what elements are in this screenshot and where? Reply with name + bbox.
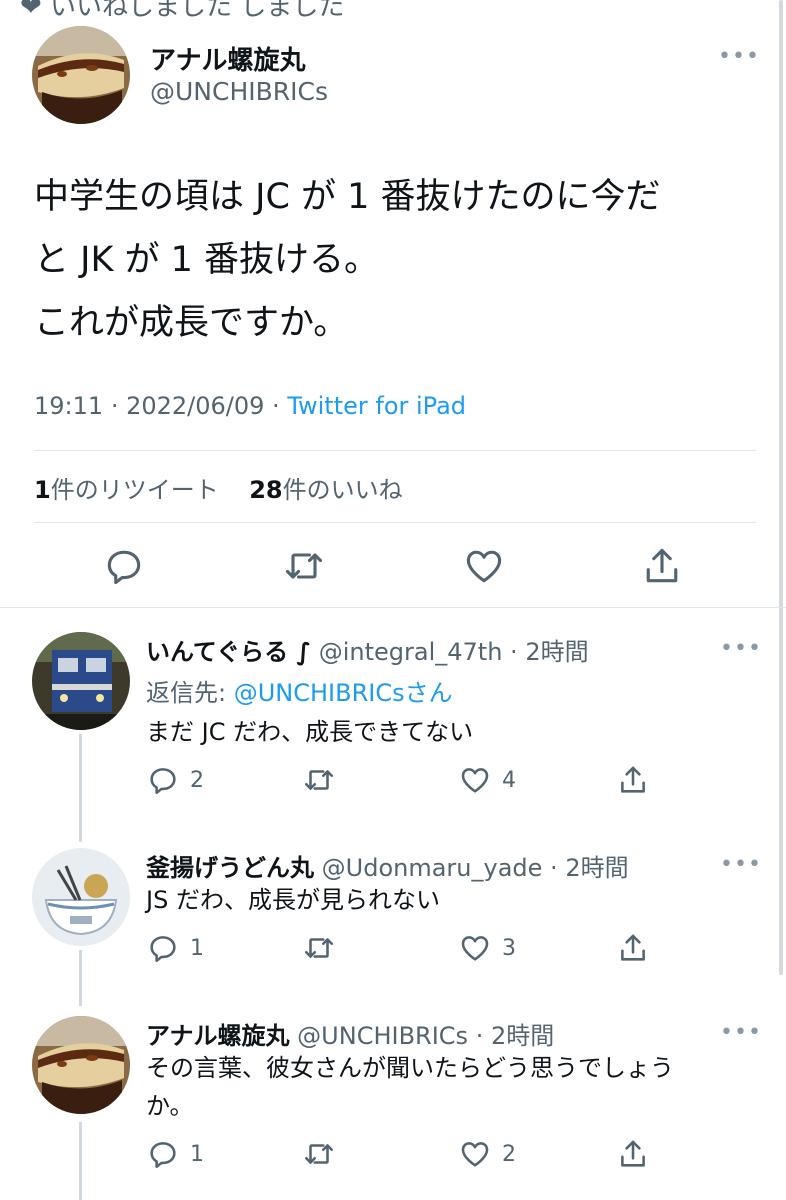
share-icon: [621, 934, 645, 961]
like-icon: [461, 936, 489, 961]
separator: ·: [110, 392, 127, 420]
avatar[interactable]: [32, 26, 130, 124]
tweet-text-line: 中学生の頃は JC が 1 番抜けたのに今だ: [34, 177, 661, 217]
like-count: 28: [249, 476, 283, 504]
separator: ·: [502, 638, 526, 666]
share-button[interactable]: [640, 544, 684, 588]
thread-line: [79, 1122, 82, 1200]
reply-icon: [150, 936, 176, 963]
reply-count: 1: [190, 935, 204, 961]
previous-context-cut: ❤ いいねしました しました: [20, 0, 345, 22]
divider: [0, 607, 786, 608]
share-icon: [621, 766, 645, 793]
reply-icon: [107, 550, 141, 585]
avatar[interactable]: [32, 1016, 130, 1114]
avatar[interactable]: [32, 632, 130, 730]
reply-text-line: まだ JC だわ、成長できてない: [146, 718, 474, 746]
reply-icon: [150, 768, 176, 795]
tweet-time: 19:11: [34, 392, 104, 420]
reply-text-line: か。: [146, 1092, 194, 1120]
tweet-meta: 19:11 · 2022/06/09 · Twitter for iPad: [34, 392, 466, 420]
author-handle[interactable]: @UNCHIBRICs: [150, 77, 328, 106]
reply-time[interactable]: 2時間: [525, 638, 588, 666]
reply-count: 1: [190, 1141, 204, 1167]
reply-author-name[interactable]: 釜揚げうどん丸: [146, 854, 314, 882]
reply-button[interactable]: 2: [146, 763, 204, 799]
retweets-stat[interactable]: 1件のリツイート: [34, 476, 219, 504]
like-count: 3: [502, 935, 516, 961]
like-button[interactable]: 3: [458, 931, 516, 967]
reply-header: いんてぐらる ∫ @integral_47th · 2時間: [146, 632, 589, 667]
tweet-source-link[interactable]: Twitter for iPad: [287, 392, 466, 420]
tweet-text: 中学生の頃は JC が 1 番抜けたのに今だ と JK が 1 番抜ける。 これ…: [34, 166, 754, 355]
retweet-button[interactable]: [282, 544, 326, 588]
thread-line: [79, 734, 82, 842]
more-icon[interactable]: •••: [720, 636, 762, 661]
reply-text-line: JS だわ、成長が見られない: [146, 886, 440, 914]
reply-author-handle[interactable]: @Udonmaru_yade: [322, 854, 543, 882]
reply-header: アナル螺旋丸 @UNCHIBRICs · 2時間: [146, 1016, 554, 1051]
reply-button[interactable]: 1: [146, 931, 204, 967]
scrollbar[interactable]: [779, 0, 783, 975]
reply-author-handle[interactable]: @integral_47th: [319, 638, 503, 666]
likes-stat[interactable]: 28件のいいね: [249, 476, 402, 504]
retweet-icon: [304, 938, 334, 958]
tweet-date: 2022/06/09: [126, 392, 265, 420]
reply-count: 2: [190, 767, 204, 793]
like-count: 4: [502, 767, 516, 793]
like-count: 2: [502, 1141, 516, 1167]
more-icon[interactable]: •••: [718, 44, 760, 69]
retweet-icon: [285, 553, 323, 579]
replying-to: 返信先: @UNCHIBRICsさん: [146, 673, 453, 708]
avatar[interactable]: [32, 848, 130, 946]
reply-author-name[interactable]: アナル螺旋丸: [146, 1022, 290, 1050]
replying-to-label: 返信先:: [146, 679, 227, 707]
reply-text: JS だわ、成長が見られない: [146, 881, 440, 919]
retweet-button[interactable]: [302, 763, 336, 799]
like-label: 件のいいね: [282, 476, 403, 504]
reply-text: まだ JC だわ、成長できてない: [146, 713, 473, 751]
retweet-count: 1: [34, 476, 51, 504]
like-icon: [466, 550, 502, 583]
retweet-icon: [304, 1144, 334, 1164]
retweet-button[interactable]: [302, 1137, 336, 1173]
reply-button[interactable]: [102, 544, 146, 588]
like-button[interactable]: [462, 544, 506, 588]
retweet-label: 件のリツイート: [50, 476, 219, 504]
retweet-icon: [304, 770, 334, 790]
replying-to-mention[interactable]: @UNCHIBRICsさん: [234, 679, 453, 707]
divider: [34, 522, 756, 523]
thread-line: [79, 950, 82, 1006]
share-button[interactable]: [616, 931, 650, 967]
author-name[interactable]: アナル螺旋丸: [150, 40, 305, 77]
reply-header: 釜揚げうどん丸 @Udonmaru_yade · 2時間: [146, 848, 629, 883]
tweet-text-line: と JK が 1 番抜ける。: [34, 240, 380, 280]
reply-icon: [150, 1142, 176, 1169]
reply-text: その言葉、彼女さんが聞いたらどう思うでしょう か。: [146, 1049, 674, 1125]
separator: ·: [542, 854, 566, 882]
share-button[interactable]: [616, 1137, 650, 1173]
separator: ·: [272, 392, 288, 420]
reply-button[interactable]: 1: [146, 1137, 204, 1173]
reply-author-name[interactable]: いんてぐらる ∫: [146, 638, 311, 666]
more-icon[interactable]: •••: [720, 852, 762, 877]
separator: ·: [468, 1022, 491, 1050]
like-icon: [461, 768, 489, 793]
engagement-stats: 1件のリツイート 28件のいいね: [34, 470, 403, 505]
retweet-button[interactable]: [302, 931, 336, 967]
share-icon: [621, 1140, 645, 1167]
like-icon: [461, 1142, 489, 1167]
more-icon[interactable]: •••: [720, 1020, 762, 1045]
reply-time[interactable]: 2時間: [565, 854, 628, 882]
reply-author-handle[interactable]: @UNCHIBRICs: [297, 1022, 468, 1050]
reply-text-line: その言葉、彼女さんが聞いたらどう思うでしょう: [146, 1054, 674, 1082]
like-button[interactable]: 2: [458, 1137, 516, 1173]
like-button[interactable]: 4: [458, 763, 516, 799]
share-button[interactable]: [616, 763, 650, 799]
share-icon: [646, 548, 678, 583]
tweet-text-line: これが成長ですか。: [34, 303, 349, 343]
reply-time[interactable]: 2時間: [491, 1022, 554, 1050]
divider: [34, 450, 756, 451]
